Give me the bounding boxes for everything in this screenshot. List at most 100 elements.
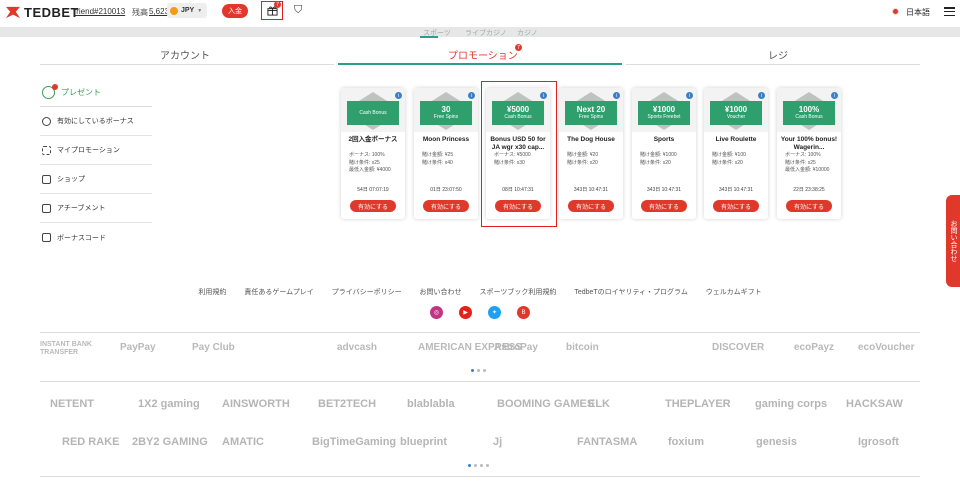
card-title: Sports <box>653 136 675 143</box>
instagram-icon[interactable]: ◎ <box>430 306 443 319</box>
tab-promotion[interactable]: プロモーション <box>448 47 518 62</box>
sidebar-item-bonus-code[interactable]: ボーナスコード <box>40 223 152 252</box>
footer-link-responsible[interactable]: 責任あるゲームプレイ <box>244 289 313 296</box>
card-badge-area: 30 Free Spins i <box>414 88 478 132</box>
activate-button[interactable]: 有効にする <box>786 200 832 212</box>
payment-logo: INSTANT BANK TRANSFER <box>40 341 92 356</box>
payment-logo: AstroPay <box>494 342 538 353</box>
promotion-badge: 7 <box>515 44 522 51</box>
card-value: ¥1000 <box>652 105 676 114</box>
footer-link-sportsbook-terms[interactable]: スポーツブック利用規約 <box>479 289 556 296</box>
contact-tab[interactable]: お問い合わせ <box>946 195 960 287</box>
logo-text: TEDBET <box>24 5 79 20</box>
payment-logo: ecoVoucher <box>858 342 915 353</box>
payment-logo: bitcoin <box>566 342 599 353</box>
info-icon[interactable]: i <box>831 92 838 99</box>
info-icon[interactable]: i <box>613 92 620 99</box>
username-link[interactable]: friend#210013 <box>74 7 125 16</box>
card-detail: 最低入金額: ¥4000 <box>349 167 391 173</box>
card-detail: 賭け条件: x25 <box>785 159 816 166</box>
japan-flag-icon[interactable] <box>892 8 899 15</box>
activate-button[interactable]: 有効にする <box>350 200 396 212</box>
promo-card[interactable]: Cash Bonus i 2回入金ボーナス ボーナス: 100% 賭け条件: x2… <box>341 88 405 219</box>
card-details: 賭け金額: ¥1000 賭け条件: x20 <box>632 152 696 182</box>
card-badge-area: 100% Cash Bonus i <box>777 88 841 132</box>
footer-link-welcome-gift[interactable]: ウェルカムギフト <box>706 289 762 296</box>
sub-navigation: スポーツ ライブカジノ カジノ <box>0 27 960 37</box>
promo-tag-icon[interactable]: ⛉ <box>294 4 302 17</box>
deposit-button[interactable]: 入金 <box>222 4 248 18</box>
sidebar-item-my-promotions[interactable]: マイプロモーション <box>40 136 152 165</box>
promo-card[interactable]: 100% Cash Bonus i Your 100% bonus! Wager… <box>777 88 841 219</box>
card-detail: 賭け金額: ¥100 <box>712 152 746 158</box>
provider-logo: blueprint <box>400 436 448 448</box>
twitter-icon[interactable]: ✦ <box>488 306 501 319</box>
footer-link-terms[interactable]: 利用規約 <box>198 289 226 296</box>
provider-logo: Jj <box>493 436 503 448</box>
sidebar-item-label: アチーブメント <box>57 205 106 212</box>
promo-card[interactable]: ¥1000 Sports Freebet i Sports 賭け金額: ¥100… <box>632 88 696 219</box>
sidebar-item-present[interactable]: プレゼント <box>40 78 152 107</box>
payments-pager[interactable] <box>471 369 486 372</box>
payment-logo: advcash <box>337 342 378 353</box>
provider-logo: HACKSAW <box>846 398 903 410</box>
provider-logo: 2BY2 GAMING <box>132 436 208 448</box>
language-select[interactable]: 日本語 <box>906 7 930 18</box>
card-value: 100% <box>798 105 820 114</box>
info-icon[interactable]: i <box>686 92 693 99</box>
info-icon[interactable]: i <box>758 92 765 99</box>
promo-card[interactable]: Next 20 Free Spins i The Dog House 賭け金額:… <box>559 88 623 219</box>
activate-button[interactable]: 有効にする <box>713 200 759 212</box>
coin-icon <box>170 6 178 15</box>
logo[interactable]: TEDBET <box>6 5 79 20</box>
footer-link-contact[interactable]: お問い合わせ <box>420 289 462 296</box>
blog-icon[interactable]: B <box>517 306 530 319</box>
subnav-casino[interactable]: カジノ <box>517 28 538 38</box>
card-badge-area: ¥1000 Voucher i <box>704 88 768 132</box>
sidebar-item-shop[interactable]: ショップ <box>40 165 152 194</box>
card-details: ボーナス: 100% 賭け条件: x25 最低入金額: ¥4000 <box>341 152 405 182</box>
provider-logo: BOOMING GAMES <box>497 398 595 410</box>
card-title: Your 100% bonus! Wagerin... <box>780 136 838 151</box>
hamburger-menu-icon[interactable] <box>944 7 955 16</box>
gift-button[interactable]: 7 <box>261 1 283 20</box>
activate-button[interactable]: 有効にする <box>568 200 614 212</box>
card-badge-area: ¥1000 Sports Freebet i <box>632 88 696 132</box>
tab-divider <box>40 64 334 65</box>
balance-label: 残高 <box>132 8 148 17</box>
providers-pager[interactable] <box>468 464 489 467</box>
info-icon[interactable]: i <box>395 92 402 99</box>
card-ribbon: 30 Free Spins <box>420 101 472 125</box>
footer-link-loyalty[interactable]: TedbeTのロイヤリティ・プログラム <box>574 289 688 296</box>
card-detail: 最低入金額: ¥10000 <box>785 167 830 173</box>
sidebar-item-active-bonus[interactable]: 有効にしているボーナス <box>40 107 152 136</box>
card-countdown: 54日 07:07:19 <box>357 187 389 193</box>
card-detail: 賭け条件: x25 <box>349 159 380 166</box>
currency-select[interactable]: JPY ▼ <box>167 3 207 18</box>
card-value: ¥1000 <box>724 105 748 114</box>
tab-account[interactable]: アカウント <box>160 47 210 62</box>
tab-lobby[interactable]: レジ <box>768 47 788 62</box>
card-detail: ボーナス: 100% <box>349 152 385 158</box>
sidebar: プレゼント 有効にしているボーナス マイプロモーション ショップ アチーブメント… <box>40 78 152 252</box>
card-countdown: 22日 23:38:25 <box>793 187 825 193</box>
promo-card[interactable]: 30 Free Spins i Moon Princess 賭け金額: ¥25 賭… <box>414 88 478 219</box>
subnav-active-indicator <box>420 36 438 38</box>
activate-button[interactable]: 有効にする <box>641 200 687 212</box>
activate-button[interactable]: 有効にする <box>423 200 469 212</box>
sparkle-icon <box>42 145 51 155</box>
footer-link-privacy[interactable]: プライバシーポリシー <box>332 289 402 296</box>
card-detail: 賭け金額: ¥20 <box>567 152 599 158</box>
youtube-icon[interactable]: ▶ <box>459 306 472 319</box>
card-countdown: 01日 23:07:50 <box>430 187 462 193</box>
card-value: Next 20 <box>576 105 606 114</box>
promo-card[interactable]: ¥1000 Voucher i Live Roulette 賭け金額: ¥100… <box>704 88 768 219</box>
sidebar-item-achievements[interactable]: アチーブメント <box>40 194 152 223</box>
info-icon[interactable]: i <box>468 92 475 99</box>
card-details: 賭け金額: ¥100 賭け条件: x20 <box>704 152 768 182</box>
provider-logo: RED RAKE <box>62 436 120 448</box>
subnav-live-casino[interactable]: ライブカジノ <box>465 28 507 38</box>
provider-logo: gaming corps <box>755 398 828 410</box>
divider <box>40 381 920 382</box>
card-title: The Dog House <box>567 136 615 143</box>
